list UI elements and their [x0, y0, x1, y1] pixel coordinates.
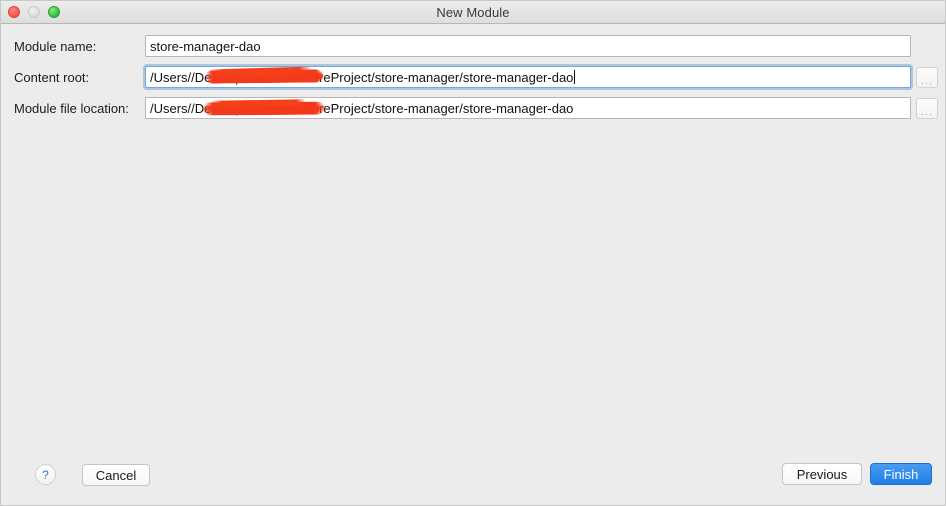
module-file-location-input-wrap: /Users//Desktop/ideaUser/storeProject/st… [145, 97, 945, 119]
content-root-label: Content root: [14, 69, 90, 85]
help-icon[interactable]: ? [35, 464, 56, 485]
cancel-button[interactable]: Cancel [82, 464, 150, 486]
module-file-location-browse-button[interactable]: ... [916, 97, 938, 119]
module-name-input[interactable]: store-manager-dao [145, 35, 911, 57]
close-window-button[interactable] [8, 6, 20, 18]
content-root-row: Content root: /Users//Desktop/ideaUser/s… [1, 66, 945, 88]
new-module-dialog: New Module Module name: store-manager-da… [0, 0, 946, 506]
ellipsis-icon: ... [920, 74, 934, 87]
minimize-window-button[interactable] [28, 6, 40, 18]
dialog-body: Module name: store-manager-dao Content r… [1, 24, 945, 505]
content-root-browse-button[interactable]: ... [916, 66, 938, 88]
module-name-row: Module name: store-manager-dao [1, 35, 945, 57]
content-root-input[interactable]: /Users//Desktop/ideaUser/storeProject/st… [145, 66, 911, 88]
text-caret [574, 70, 576, 84]
finish-button[interactable]: Finish [870, 463, 932, 485]
module-name-label: Module name: [14, 38, 97, 54]
module-file-location-value-prefix: /Users/ [150, 100, 192, 116]
window-controls [8, 1, 60, 23]
content-root-value-suffix: /Desktop/ideaUser/storeProject/store-man… [191, 69, 574, 85]
ellipsis-icon: ... [920, 105, 934, 118]
module-file-location-row: Module file location: /Users//Desktop/id… [1, 97, 945, 119]
module-name-input-wrap: store-manager-dao [145, 35, 945, 57]
maximize-window-button[interactable] [48, 6, 60, 18]
dialog-footer: ? Cancel Previous Finish [1, 455, 945, 505]
module-name-value: store-manager-dao [150, 38, 261, 54]
content-root-value-prefix: /Users/ [150, 69, 192, 85]
previous-button[interactable]: Previous [782, 463, 862, 485]
module-file-location-value-suffix: /Desktop/ideaUser/storeProject/store-man… [191, 100, 574, 116]
content-root-input-wrap: /Users//Desktop/ideaUser/storeProject/st… [145, 66, 945, 88]
window-title: New Module [436, 4, 510, 20]
title-bar: New Module [1, 1, 945, 24]
module-file-location-input[interactable]: /Users//Desktop/ideaUser/storeProject/st… [145, 97, 911, 119]
module-file-location-label: Module file location: [14, 100, 129, 116]
